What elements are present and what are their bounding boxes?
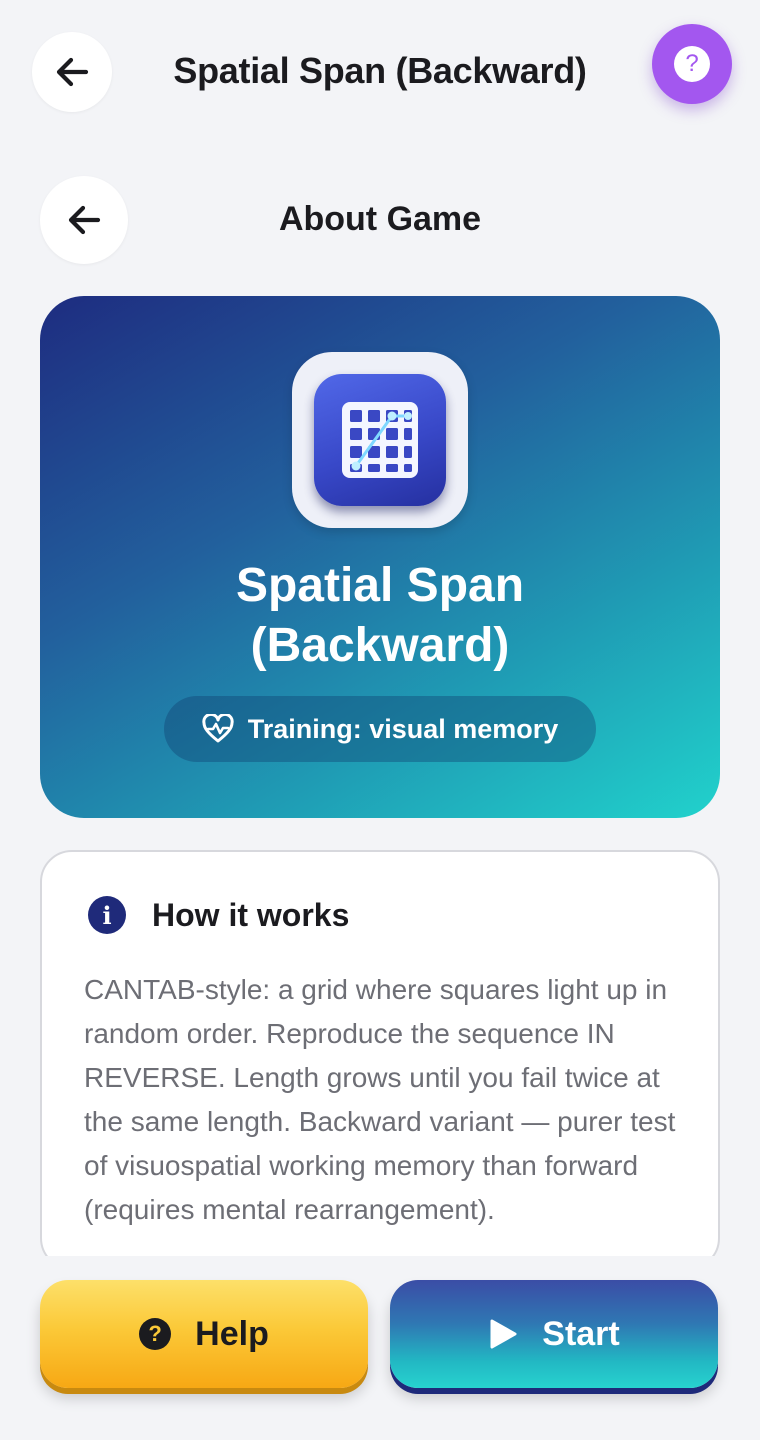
grid-path-icon: [314, 374, 446, 506]
play-icon: [490, 1319, 517, 1349]
question-circle-icon: ?: [139, 1318, 172, 1350]
game-title: Spatial Span (Backward): [235, 559, 525, 672]
start-button[interactable]: Start: [390, 1280, 718, 1388]
training-label: Training: visual memory: [247, 713, 559, 744]
arrow-left-icon: [56, 57, 89, 87]
help-button[interactable]: ? Help: [40, 1280, 368, 1388]
arrow-left-icon: [68, 205, 101, 235]
section-back-button[interactable]: [40, 176, 128, 264]
page-title: Spatial Span (Backward): [173, 50, 587, 91]
help-fab-button[interactable]: ?: [652, 24, 732, 104]
game-hero-card: Spatial Span (Backward) Training: visual…: [40, 296, 720, 818]
heart-pulse-icon: [202, 714, 234, 743]
header-back-button[interactable]: [32, 32, 112, 112]
info-icon: i: [88, 896, 126, 934]
game-icon-tile: [292, 352, 468, 528]
start-button-label: Start: [542, 1314, 620, 1353]
training-badge: Training: visual memory: [164, 696, 596, 762]
question-icon: ?: [674, 46, 710, 82]
how-it-works-card[interactable]: i How it works CANTAB-style: a grid wher…: [40, 850, 720, 1270]
how-it-works-text: CANTAB-style: a grid where squares light…: [84, 974, 676, 1225]
section-title: About Game: [278, 200, 482, 238]
how-it-works-title: How it works: [152, 896, 350, 933]
help-button-label: Help: [195, 1314, 269, 1353]
